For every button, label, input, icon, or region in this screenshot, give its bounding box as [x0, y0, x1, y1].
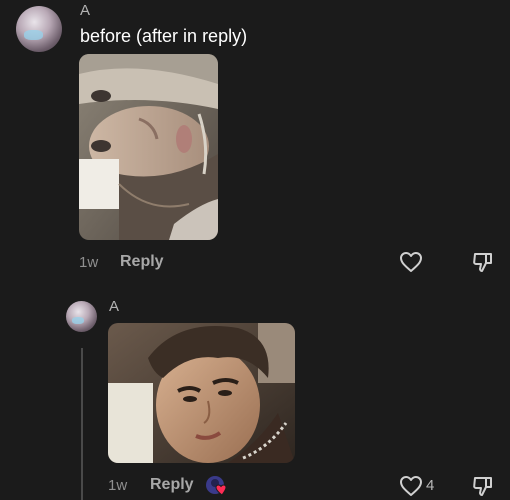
- comment-thread: A before (after in reply) 1w Reply A 1w …: [0, 0, 510, 500]
- reply-author-name[interactable]: A: [109, 298, 119, 315]
- reply-like-count: 4: [426, 477, 435, 494]
- comment-timestamp: 1w: [79, 254, 99, 271]
- commenter-avatar[interactable]: [16, 6, 62, 52]
- comment-author-name[interactable]: A: [80, 2, 90, 19]
- comment-text: before (after in reply): [80, 26, 248, 46]
- comment-reply-button[interactable]: Reply: [120, 253, 164, 271]
- thread-connector-line: [81, 348, 83, 500]
- thumbs-down-icon[interactable]: [471, 250, 495, 274]
- creator-liked-badge: [205, 475, 231, 497]
- portrait-image: [108, 323, 295, 463]
- portrait-image: [79, 54, 218, 240]
- reply-author-avatar[interactable]: [66, 301, 97, 332]
- comment-photo-before[interactable]: [79, 54, 218, 240]
- reply-reply-button[interactable]: Reply: [150, 476, 194, 494]
- reply-photo-after[interactable]: [108, 323, 295, 463]
- heart-outline-icon[interactable]: [399, 251, 423, 273]
- heart-outline-icon[interactable]: [399, 475, 423, 497]
- reply-timestamp: 1w: [108, 477, 128, 494]
- thumbs-down-icon[interactable]: [471, 474, 495, 498]
